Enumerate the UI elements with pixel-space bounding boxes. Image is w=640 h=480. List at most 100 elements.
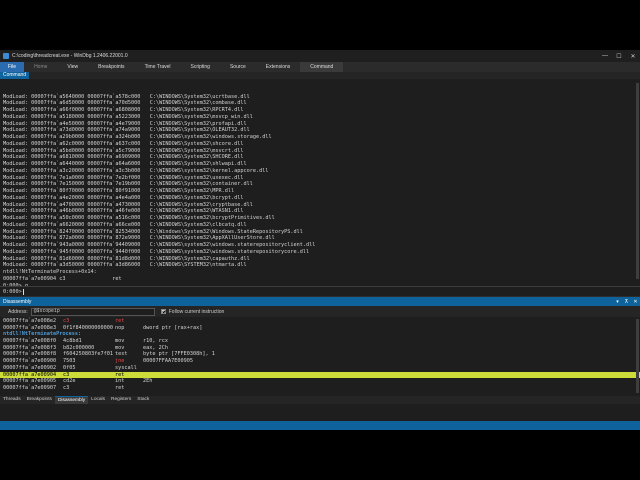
tab-stack[interactable]: Stack bbox=[134, 396, 152, 404]
instruction-mnemonic bbox=[115, 331, 143, 338]
command-output-line: ModLoad: 00007ffa`945f0000 00007ffa`9440… bbox=[3, 248, 310, 255]
command-output-line: ModLoad: 00007ffa`7e1a0000 00007ffa`7e2b… bbox=[3, 174, 244, 181]
disassembly-row[interactable]: 00007ffa`a7e00907 c3 ret bbox=[0, 385, 640, 392]
command-output-line: ModLoad: 00007ffa`a6440000 00007ffa`a64a… bbox=[3, 161, 247, 167]
instruction-mnemonic: mov bbox=[115, 338, 125, 345]
menu-time-travel[interactable]: Time Travel bbox=[135, 62, 181, 72]
command-output-line: ModLoad: 00007ffa`a66f0000 00007ffa`a680… bbox=[3, 107, 244, 113]
instruction-operands: 00007FFAA7E00905 bbox=[143, 358, 193, 365]
instruction-address: 00007ffa`a7e00907 bbox=[3, 384, 57, 391]
follow-instruction-label: Follow current instruction bbox=[168, 308, 225, 315]
command-output-line: ModLoad: 00007ffa`a5640000 00007ffa`a578… bbox=[3, 93, 250, 100]
address-input[interactable]: @$scopeip bbox=[30, 307, 155, 316]
command-output-line: ModLoad: 00007ffa`a29b0000 00007ffa`a324… bbox=[3, 134, 272, 140]
instruction-bytes: f604250803fe7f01 bbox=[63, 351, 113, 358]
menu-extensions[interactable]: Extensions bbox=[256, 62, 300, 72]
command-output-lines: ModLoad: 00007ffa`a5640000 00007ffa`a578… bbox=[3, 94, 637, 287]
status-bar bbox=[0, 421, 640, 430]
disassembly-row[interactable]: 00007ffa`a7e00900 7503 jne 00007FFAA7E00905 bbox=[0, 358, 640, 365]
command-output-line: ModLoad: 00007ffa`7e150000 00007ffa`7e19… bbox=[3, 181, 253, 188]
instruction-bytes: 7503 bbox=[63, 358, 76, 365]
tab-disassembly[interactable]: Disassembly bbox=[54, 396, 89, 404]
command-output-line: ModLoad: 00007ffa`872a0000 00007ffa`872e… bbox=[3, 235, 275, 242]
instruction-address: 00007ffa`a7e008e3 bbox=[3, 324, 57, 331]
instruction-mnemonic: nop bbox=[115, 324, 125, 331]
command-output-line: 00007ffa`a7e00904 c3 ret bbox=[3, 275, 122, 282]
command-output-line: ModLoad: 00007ffa`a4e50000 00007ffa`a4e7… bbox=[3, 120, 247, 127]
instruction-bytes bbox=[63, 331, 115, 338]
disassembly-row[interactable]: 00007ffa`a7e008e2 c3 ret bbox=[0, 318, 640, 325]
instruction-bytes: c3 bbox=[63, 371, 70, 378]
tab-command[interactable]: Command bbox=[0, 72, 30, 79]
command-input-row[interactable]: 0:000> bbox=[0, 286, 640, 296]
menu-command[interactable]: Command bbox=[300, 62, 344, 72]
instruction-operands bbox=[143, 365, 640, 372]
command-output-line: ModLoad: 00007ffa`81d60000 00007ffa`81d8… bbox=[3, 255, 250, 262]
instruction-bytes: c3 bbox=[63, 384, 70, 391]
instruction-mnemonic: ret bbox=[115, 371, 125, 378]
pin-icon[interactable]: ⊼ bbox=[622, 299, 631, 305]
menu-home[interactable]: Home bbox=[24, 62, 57, 72]
maximize-button[interactable]: ☐ bbox=[612, 53, 626, 60]
command-output: ModLoad: 00007ffa`a5640000 00007ffa`a578… bbox=[0, 79, 640, 286]
disassembly-row[interactable]: 00007ffa`a7e008f3 b82c000000 mov eax, 2Ch bbox=[0, 345, 640, 352]
menu-source[interactable]: Source bbox=[220, 62, 256, 72]
tab-locals[interactable]: Locals bbox=[88, 396, 108, 404]
instruction-operands: eax, 2Ch bbox=[143, 344, 168, 351]
close-button[interactable]: ✕ bbox=[626, 53, 640, 60]
close-icon[interactable]: ✕ bbox=[631, 299, 640, 305]
disassembly-row[interactable]: 00007ffa`a7e008f8 f604250803fe7f01 test byt… bbox=[0, 351, 640, 358]
disassembly-row[interactable]: 00007ffa`a7e008f0 4c8bd1 mov r10, rcx bbox=[0, 338, 640, 345]
instruction-operands bbox=[143, 331, 640, 338]
disassembly-row[interactable]: 00007ffa`a7e00905 cd2e int 2Eh bbox=[0, 378, 640, 385]
disassembly-row[interactable]: ntdll!NtTerminateProcess: bbox=[0, 331, 640, 338]
instruction-bytes: 4c8bd1 bbox=[63, 338, 82, 345]
windbg-window: C:\coding\threadcreat.exe - WinDbg 1.240… bbox=[0, 50, 640, 430]
instruction-bytes: c3 bbox=[63, 318, 70, 324]
tab-breakpoints[interactable]: Breakpoints bbox=[24, 396, 55, 404]
disassembly-row[interactable]: 00007ffa`a7e00902 0f05 syscall bbox=[0, 365, 640, 372]
command-prompt: 0:000> bbox=[3, 288, 22, 295]
minimize-button[interactable]: — bbox=[598, 53, 612, 59]
instruction-mnemonic: ret bbox=[115, 384, 125, 391]
instruction-bytes: cd2e bbox=[63, 378, 76, 385]
command-output-line: ModLoad: 00007ffa`a62c0000 00007ffa`a637… bbox=[3, 140, 244, 147]
dropdown-icon[interactable]: ▾ bbox=[613, 299, 622, 305]
instruction-address: 00007ffa`a7e00900 bbox=[3, 358, 57, 365]
tab-registers[interactable]: Registers bbox=[108, 396, 134, 404]
command-output-line: ModLoad: 00007ffa`82470000 00007ffa`8253… bbox=[3, 228, 303, 235]
disassembly-row[interactable]: 00007ffa`a7e008e3 0f1f840000000000 nop dwor… bbox=[0, 325, 640, 332]
current-instruction-row[interactable]: 00007ffa`a7e00904 c3 ret bbox=[0, 371, 640, 379]
disassembly-title: Disassembly bbox=[3, 298, 32, 305]
disassembly-body: 00007ffa`a7e008e2 c3 ret 00007ffa`a7e008e3 0… bbox=[0, 317, 640, 396]
tab-threads[interactable]: Threads bbox=[0, 396, 24, 404]
disassembly-lines: 00007ffa`a7e008e2 c3 ret 00007ffa`a7e008e3 0… bbox=[0, 318, 640, 392]
disassembly-toolbar: Address: @$scopeip Follow current instru… bbox=[0, 306, 640, 317]
instruction-operands bbox=[143, 385, 640, 392]
instruction-operands bbox=[143, 372, 640, 379]
command-output-scrollbar[interactable] bbox=[636, 83, 639, 279]
menu-view[interactable]: View bbox=[57, 62, 88, 72]
instruction-operands: byte ptr [7FFE0308h], 1 bbox=[143, 351, 215, 358]
instruction-address: 00007ffa`a7e00902 bbox=[3, 364, 57, 371]
instruction-address: 00007ffa`a7e00905 bbox=[3, 378, 57, 385]
instruction-operands: dword ptr [rax+rax] bbox=[143, 324, 203, 331]
instruction-address: 00007ffa`a7e00904 bbox=[3, 371, 57, 378]
command-output-line: ModLoad: 00007ffa`a5bd0000 00007ffa`a5c7… bbox=[3, 147, 244, 154]
menu-file[interactable]: File bbox=[0, 62, 25, 72]
window-title: C:\coding\threadcreat.exe - WinDbg 1.240… bbox=[12, 53, 128, 59]
instruction-mnemonic: ret bbox=[115, 318, 125, 324]
command-output-line: ModLoad: 00007ffa`a3c20000 00007ffa`a3c3… bbox=[3, 167, 269, 174]
follow-instruction-checkbox[interactable] bbox=[160, 309, 166, 314]
instruction-address: 00007ffa`a7e008e2 bbox=[3, 318, 57, 324]
disassembly-scrollbar[interactable] bbox=[636, 319, 639, 393]
command-tab-strip: Command bbox=[0, 72, 640, 79]
command-output-line: ModLoad: 00007ffa`a6d50000 00007ffa`a70d… bbox=[3, 100, 247, 107]
menu-scripting[interactable]: Scripting bbox=[181, 62, 220, 72]
menu-breakpoints[interactable]: Breakpoints bbox=[88, 62, 134, 72]
instruction-operands: r10, rcx bbox=[143, 338, 168, 345]
instruction-operands: 2Eh bbox=[143, 378, 153, 385]
instruction-mnemonic: jne bbox=[115, 358, 125, 365]
ribbon-menu-bar: File Home View Breakpoints Time Travel S… bbox=[0, 62, 640, 72]
command-output-line: 0:000> g bbox=[3, 282, 28, 287]
